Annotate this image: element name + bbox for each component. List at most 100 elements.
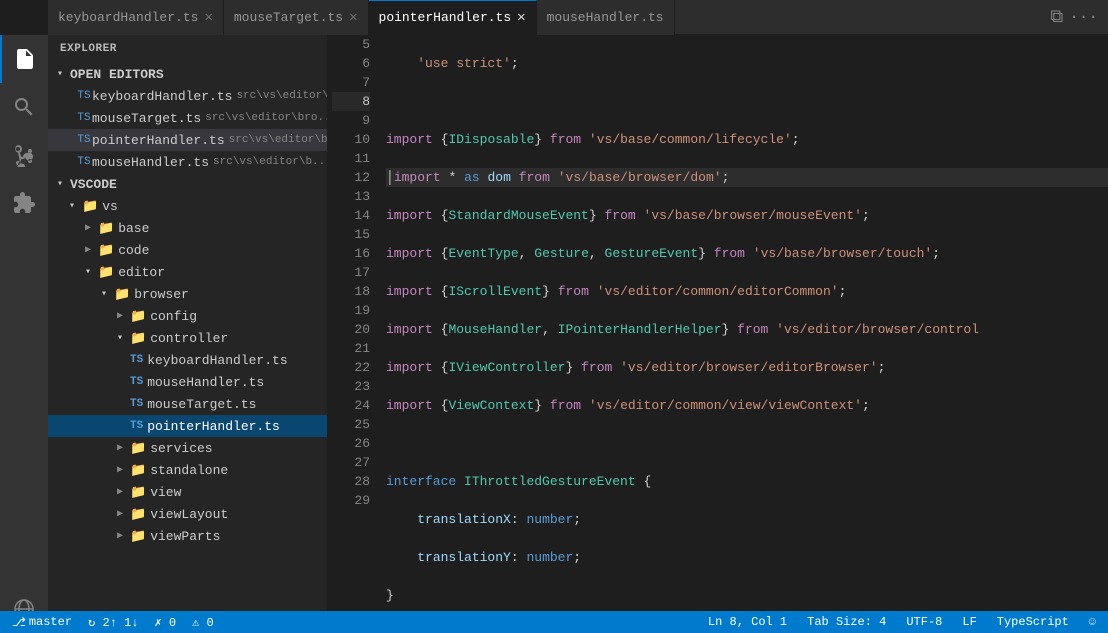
vscode-label: VSCODE — [70, 177, 117, 192]
folder-config-label: config — [150, 309, 197, 324]
folder-base-label: base — [118, 221, 149, 236]
code-line-18: translationY: number; — [386, 548, 1108, 567]
explorer-title: EXPLORER — [48, 35, 327, 63]
top-tab-mousetarget-close[interactable]: ✕ — [349, 9, 357, 26]
code-line-8: │import * as dom from 'vs/base/browser/d… — [386, 168, 1108, 187]
folder-standalone[interactable]: ▶ 📁 standalone — [48, 459, 327, 481]
folder-config[interactable]: ▶ 📁 config — [48, 305, 327, 327]
folder-services-label: services — [150, 441, 212, 456]
sync-status[interactable]: ↻ 2↑ 1↓ — [84, 615, 142, 630]
top-tab-mousehandler[interactable]: mouseHandler.ts — [537, 0, 675, 35]
folder-view[interactable]: ▶ 📁 view — [48, 481, 327, 503]
activity-search[interactable] — [0, 83, 48, 131]
git-branch-icon: ⎇ — [12, 615, 26, 630]
view-arrow: ▶ — [112, 484, 128, 500]
folder-editor[interactable]: ▾ 📁 editor — [48, 261, 327, 283]
encoding-label: UTF-8 — [906, 615, 942, 629]
eol-status[interactable]: LF — [958, 615, 980, 629]
open-editor-mousetarget-name: mouseTarget.ts — [92, 111, 201, 126]
warnings-label: ⚠ 0 — [192, 615, 214, 630]
warnings-status[interactable]: ⚠ 0 — [188, 615, 218, 630]
open-editor-mousehandler[interactable]: TS mouseHandler.ts src\vs\editor\b... — [48, 151, 327, 173]
activity-git[interactable] — [0, 131, 48, 179]
folder-viewparts-icon: 📁 — [130, 529, 146, 544]
code-editor[interactable]: 'use strict'; import {IDisposable} from … — [378, 35, 1108, 633]
tab-size-status[interactable]: Tab Size: 4 — [803, 615, 890, 629]
encoding-status[interactable]: UTF-8 — [902, 615, 946, 629]
folder-services-icon: 📁 — [130, 441, 146, 456]
activity-explorer[interactable] — [0, 35, 48, 83]
folder-vs-label: vs — [102, 199, 118, 214]
file-ts-icon-3: TS — [130, 398, 143, 410]
branch-status[interactable]: ⎇ master — [8, 615, 76, 630]
viewlayout-arrow: ▶ — [112, 506, 128, 522]
open-editor-pointerhandler[interactable]: TS pointerHandler.ts src\vs\editor\b... — [48, 129, 327, 151]
language-status[interactable]: TypeScript — [993, 615, 1073, 629]
file-pointerhandler-label: pointerHandler.ts — [147, 419, 280, 434]
folder-base[interactable]: ▶ 📁 base — [48, 217, 327, 239]
branch-name: master — [29, 615, 72, 629]
standalone-arrow: ▶ — [112, 462, 128, 478]
tab-bar-actions: ⧉ ··· — [1050, 7, 1108, 28]
open-editors-label: OPEN EDITORS — [70, 67, 164, 82]
code-line-12: import {MouseHandler, IPointerHandlerHel… — [386, 320, 1108, 339]
open-editor-keyboard[interactable]: TS keyboardHandler.ts src\vs\editor\... — [48, 85, 327, 107]
vs-arrow: ▾ — [64, 198, 80, 214]
code-line-19: } — [386, 586, 1108, 605]
editor-area: keyboardHandler.ts ✕ mouseTarget.ts ✕ po… — [328, 35, 1108, 633]
folder-viewlayout[interactable]: ▶ 📁 viewLayout — [48, 503, 327, 525]
sidebar-content: ▾ OPEN EDITORS TS keyboardHandler.ts src… — [48, 63, 327, 633]
open-editors-arrow: ▾ — [52, 66, 68, 82]
folder-config-icon: 📁 — [130, 309, 146, 324]
open-editor-keyboard-path: src\vs\editor\... — [236, 90, 327, 102]
folder-viewlayout-label: viewLayout — [150, 507, 228, 522]
open-editor-keyboard-name: keyboardHandler.ts — [92, 89, 232, 104]
top-tab-pointer[interactable]: pointerHandler.ts ✕ — [369, 0, 537, 35]
open-editor-mousetarget-path: src\vs\editor\bro... — [205, 112, 327, 124]
editor-arrow: ▾ — [80, 264, 96, 280]
vscode-header[interactable]: ▾ VSCODE — [48, 173, 327, 195]
folder-browser-icon: 📁 — [114, 287, 130, 302]
open-editors-header[interactable]: ▾ OPEN EDITORS — [48, 63, 327, 85]
folder-editor-icon: 📁 — [98, 265, 114, 280]
folder-browser[interactable]: ▾ 📁 browser — [48, 283, 327, 305]
activity-extensions[interactable] — [0, 179, 48, 227]
folder-controller[interactable]: ▾ 📁 controller — [48, 327, 327, 349]
cursor-label: Ln 8, Col 1 — [708, 615, 787, 629]
folder-services[interactable]: ▶ 📁 services — [48, 437, 327, 459]
folder-vs-icon: 📁 — [82, 199, 98, 214]
split-editor-btn[interactable]: ⧉ — [1050, 7, 1063, 28]
file-ts-icon-4: TS — [130, 420, 143, 432]
top-tab-mousetarget[interactable]: mouseTarget.ts ✕ — [224, 0, 369, 35]
folder-code[interactable]: ▶ 📁 code — [48, 239, 327, 261]
code-line-14: import {ViewContext} from 'vs/editor/com… — [386, 396, 1108, 415]
file-pointerhandler[interactable]: TS pointerHandler.ts — [48, 415, 327, 437]
code-line-13: import {IViewController} from 'vs/editor… — [386, 358, 1108, 377]
open-editor-mousetarget[interactable]: TS mouseTarget.ts src\vs\editor\bro... — [48, 107, 327, 129]
folder-viewlayout-icon: 📁 — [130, 507, 146, 522]
controller-arrow: ▾ — [112, 330, 128, 346]
file-icon: TS — [76, 88, 92, 104]
errors-status[interactable]: ✗ 0 — [150, 615, 180, 630]
code-line-9: import {StandardMouseEvent} from 'vs/bas… — [386, 206, 1108, 225]
folder-controller-icon: 📁 — [130, 331, 146, 346]
cursor-position[interactable]: Ln 8, Col 1 — [704, 615, 791, 629]
file-keyboardhandler[interactable]: TS keyboardHandler.ts — [48, 349, 327, 371]
eol-label: LF — [962, 615, 976, 629]
open-editor-mousehandler-name: mouseHandler.ts — [92, 155, 209, 170]
folder-vs[interactable]: ▾ 📁 vs — [48, 195, 327, 217]
file-mousetarget[interactable]: TS mouseTarget.ts — [48, 393, 327, 415]
folder-base-icon: 📁 — [98, 221, 114, 236]
file-mousehandler[interactable]: TS mouseHandler.ts — [48, 371, 327, 393]
file-mousehandler-label: mouseHandler.ts — [147, 375, 264, 390]
sync-label: ↻ 2↑ 1↓ — [88, 615, 138, 630]
top-tab-keyboard[interactable]: keyboardHandler.ts ✕ — [48, 0, 224, 35]
folder-browser-label: browser — [134, 287, 189, 302]
folder-viewparts[interactable]: ▶ 📁 viewParts — [48, 525, 327, 547]
smiley-status[interactable]: ☺ — [1085, 615, 1100, 629]
top-tab-keyboard-close[interactable]: ✕ — [204, 9, 212, 26]
top-tab-pointer-close[interactable]: ✕ — [517, 9, 525, 26]
code-line-16: interface IThrottledGestureEvent { — [386, 472, 1108, 491]
code-line-6 — [386, 92, 1108, 111]
more-btn[interactable]: ··· — [1069, 8, 1098, 26]
